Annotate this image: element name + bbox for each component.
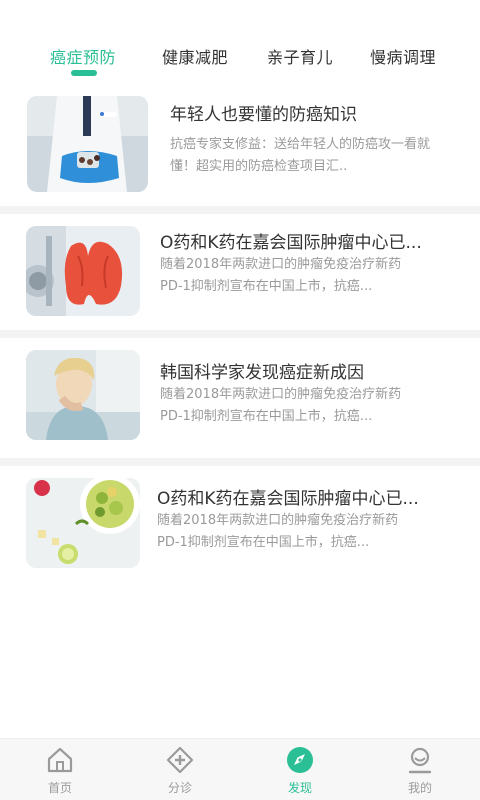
doctor-holding-pills-image <box>27 96 148 192</box>
triage-icon <box>166 746 194 774</box>
article-card[interactable]: O药和K药在嘉会国际肿瘤中心已... 随着2018年两款进口的肿瘤免疫治疗新药 … <box>0 466 480 582</box>
article-card[interactable]: 年轻人也要懂的防癌知识 抗癌专家支修益：送给年轻人的防癌攻一看就 懂！超实用的防… <box>0 88 480 206</box>
tab-parenting[interactable]: 亲子育儿 <box>267 44 333 68</box>
tab-healthy-weight-loss[interactable]: 健康减肥 <box>162 44 228 68</box>
nav-profile[interactable]: 我的 <box>360 739 480 800</box>
compass-icon <box>286 746 314 774</box>
article-title: 年轻人也要懂的防癌知识 <box>170 105 357 125</box>
active-tab-indicator <box>71 70 97 76</box>
card-separator <box>0 330 480 338</box>
nav-label: 首页 <box>47 781 72 795</box>
article-title: O药和K药在嘉会国际肿瘤中心已... <box>157 489 419 509</box>
article-description: 抗癌专家支修益：送给年轻人的防癌攻一看就 懂！超实用的防癌检查项目汇.. <box>170 137 431 174</box>
article-description: 随着2018年两款进口的肿瘤免疫治疗新药 PD-1抑制剂宣布在中国上市，抗癌..… <box>160 387 402 424</box>
healthy-salad-image <box>26 478 140 568</box>
article-title: 韩国科学家发现癌症新成因 <box>160 363 364 383</box>
nav-label: 发现 <box>287 781 312 795</box>
article-card[interactable]: 韩国科学家发现癌症新成因 随着2018年两款进口的肿瘤免疫治疗新药 PD-1抑制… <box>0 338 480 458</box>
card-separator <box>0 458 480 466</box>
home-icon <box>46 746 74 774</box>
article-description: 随着2018年两款进口的肿瘤免疫治疗新药 PD-1抑制剂宣布在中国上市，抗癌..… <box>160 257 402 294</box>
nav-label: 分诊 <box>167 781 192 795</box>
nav-home[interactable]: 首页 <box>0 739 120 800</box>
thyroid-model-image <box>26 226 140 316</box>
bottom-navigation: 首页 分诊 发现 我的 <box>0 738 480 800</box>
nav-triage[interactable]: 分诊 <box>120 739 240 800</box>
card-separator <box>0 206 480 214</box>
article-description: 随着2018年两款进口的肿瘤免疫治疗新药 PD-1抑制剂宣布在中国上市，抗癌..… <box>157 513 399 550</box>
profile-icon <box>406 746 434 774</box>
category-tabs: 癌症预防 健康减肥 亲子育儿 慢病调理 <box>0 0 480 88</box>
nav-discover[interactable]: 发现 <box>240 739 360 800</box>
article-title: O药和K药在嘉会国际肿瘤中心已... <box>160 233 422 253</box>
woman-coughing-image <box>26 350 140 440</box>
article-card[interactable]: O药和K药在嘉会国际肿瘤中心已... 随着2018年两款进口的肿瘤免疫治疗新药 … <box>0 214 480 330</box>
tab-chronic-disease-care[interactable]: 慢病调理 <box>370 44 436 68</box>
nav-label: 我的 <box>407 781 432 795</box>
tab-cancer-prevention[interactable]: 癌症预防 <box>50 44 116 68</box>
